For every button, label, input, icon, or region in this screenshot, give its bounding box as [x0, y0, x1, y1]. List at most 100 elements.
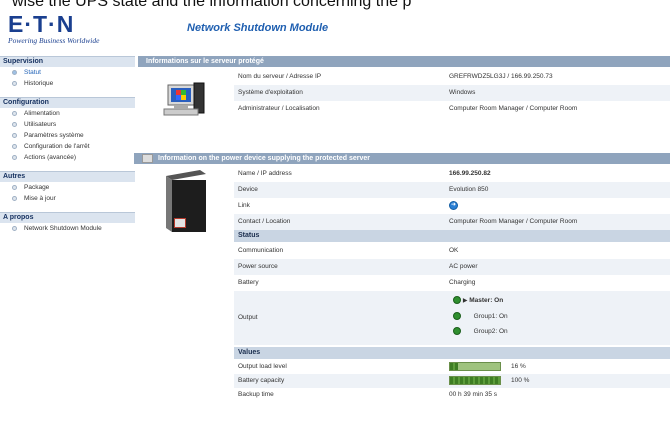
power-on-icon [453, 296, 461, 305]
status-row-power-source: Power source AC power [234, 259, 670, 275]
sidebar-item-alimentation[interactable]: Alimentation [0, 108, 135, 119]
server-row-admin: Administrateur / Localisation Computer Ro… [234, 101, 670, 117]
values-row-battery: Battery capacity 100 % [234, 374, 670, 388]
output-group1[interactable]: Group1: On [453, 309, 670, 324]
expand-arrow-icon[interactable]: ▶ [463, 298, 468, 304]
sidebar: Supervision Statut Historique Configurat… [0, 56, 135, 234]
status-row-battery: Battery Charging [234, 275, 670, 291]
sidebar-item-actions-avancee[interactable]: Actions (avancée) [0, 152, 135, 163]
sidebar-item-package[interactable]: Package [0, 182, 135, 193]
link-arrow-icon[interactable]: ➜ [449, 200, 458, 210]
row-value: 100 % [445, 374, 670, 388]
sidebar-item-label: Alimentation [24, 110, 60, 117]
battery-capacity-text: 100 % [511, 377, 530, 384]
sidebar-item-label: Paramètres système [24, 132, 84, 139]
row-value: Evolution 850 [449, 186, 489, 193]
sidebar-item-configuration-arret[interactable]: Configuration de l'arrêt [0, 141, 135, 152]
bullet-icon [12, 133, 17, 138]
bullet-icon [12, 155, 17, 160]
server-panel-title: Informations sur le serveur protégé [146, 58, 264, 65]
load-level-bar [449, 361, 501, 371]
sidebar-item-utilisateurs[interactable]: Utilisateurs [0, 119, 135, 130]
header: E·T·N Powering Business Worldwide Networ… [0, 0, 670, 52]
status-row-output: Output ▶ Master: On Group1: On Group2: O… [234, 291, 670, 345]
output-master[interactable]: ▶ Master: On [453, 293, 670, 309]
main-content: Informations sur le serveur protégé Nom … [134, 56, 670, 424]
power-device-icon [142, 153, 153, 163]
power-row-device: Device Evolution 850 [234, 182, 670, 198]
sidebar-section-autres: Autres [0, 171, 135, 182]
row-value: Charging [449, 279, 476, 286]
sidebar-section-supervision: Supervision [0, 56, 135, 67]
sidebar-item-label: Utilisateurs [24, 121, 57, 128]
row-value: 16 % [445, 360, 670, 374]
output-group2-label: Group2: On [473, 328, 508, 335]
row-label: Backup time [238, 391, 274, 398]
sidebar-item-label: Network Shutdown Module [24, 225, 102, 232]
output-group2[interactable]: Group2: On [453, 324, 670, 339]
row-value: OK [449, 247, 459, 254]
row-label: Communication [238, 247, 284, 254]
row-label: Name / IP address [238, 170, 292, 177]
sidebar-item-label: Statut [24, 69, 41, 76]
sidebar-item-label: Package [24, 184, 50, 191]
row-label: Battery [238, 279, 259, 286]
row-value: ➜ [445, 198, 670, 214]
row-label: Output load level [238, 363, 287, 370]
sidebar-item-label: Actions (avancée) [24, 154, 77, 161]
row-label: Contact / Location [238, 218, 291, 225]
power-row-link: Link ➜ [234, 198, 670, 214]
row-label: Power source [238, 263, 278, 270]
sidebar-item-label: Historique [24, 80, 54, 87]
power-on-icon [453, 312, 461, 321]
load-level-text: 16 % [511, 363, 526, 370]
bullet-icon [12, 196, 17, 201]
row-value: AC power [449, 263, 478, 270]
sidebar-section-a-propos: A propos [0, 212, 135, 223]
server-row-os: Système d'exploitation Windows [234, 85, 670, 101]
bullet-icon [12, 226, 17, 231]
sidebar-item-network-shutdown-module[interactable]: Network Shutdown Module [0, 223, 135, 234]
row-label: Administrateur / Localisation [238, 105, 320, 112]
row-label: Système d'exploitation [238, 89, 303, 96]
values-row-load: Output load level 16 % [234, 360, 670, 374]
status-subheader: Status [234, 230, 670, 242]
sidebar-item-parametres-systeme[interactable]: Paramètres système [0, 130, 135, 141]
row-value: 166.99.250.82 [449, 170, 491, 177]
server-panel-header: Informations sur le serveur protégé [138, 56, 670, 67]
values-row-backup: Backup time 00 h 39 min 35 s [234, 388, 670, 402]
app-title: Network Shutdown Module [187, 22, 329, 34]
row-value: 00 h 39 min 35 s [449, 391, 498, 398]
bullet-icon [12, 81, 17, 86]
row-label: Device [238, 186, 258, 193]
power-panel-title: Information on the power device supplyin… [158, 155, 370, 162]
row-value: Windows [449, 89, 476, 96]
bullet-icon [12, 185, 17, 190]
sidebar-item-historique[interactable]: Historique [0, 78, 135, 89]
battery-capacity-bar [449, 375, 501, 385]
row-label: Link [238, 202, 250, 209]
values-subheader: Values [234, 347, 670, 359]
output-group1-label: Group1: On [473, 313, 508, 320]
power-row-contact: Contact / Location Computer Room Manager … [234, 214, 670, 230]
server-panel: Nom du serveur / Adresse IP GREFRWDZ5LG3J… [138, 67, 670, 135]
bullet-icon [12, 122, 17, 127]
row-value: Computer Room Manager / Computer Room [449, 218, 578, 225]
power-on-icon [453, 327, 461, 336]
sidebar-item-mise-a-jour[interactable]: Mise à jour [0, 193, 135, 204]
bullet-icon [12, 70, 17, 75]
status-row-communication: Communication OK [234, 243, 670, 259]
power-row-name: Name / IP address 166.99.250.82 [234, 166, 670, 182]
row-label: Battery capacity [238, 377, 285, 384]
sidebar-section-configuration: Configuration [0, 97, 135, 108]
computer-icon [163, 82, 205, 116]
tagline: Powering Business Worldwide [8, 36, 100, 45]
ups-device-icon [166, 170, 206, 232]
sidebar-item-label: Configuration de l'arrêt [24, 143, 90, 150]
eaton-logo: E·T·N [8, 11, 75, 37]
row-value: Computer Room Manager / Computer Room [449, 105, 578, 112]
bullet-icon [12, 144, 17, 149]
server-row-name: Nom du serveur / Adresse IP GREFRWDZ5LG3J… [234, 69, 670, 85]
power-panel: Name / IP address 166.99.250.82 Device Evo… [138, 164, 670, 424]
sidebar-item-statut[interactable]: Statut [0, 67, 135, 78]
